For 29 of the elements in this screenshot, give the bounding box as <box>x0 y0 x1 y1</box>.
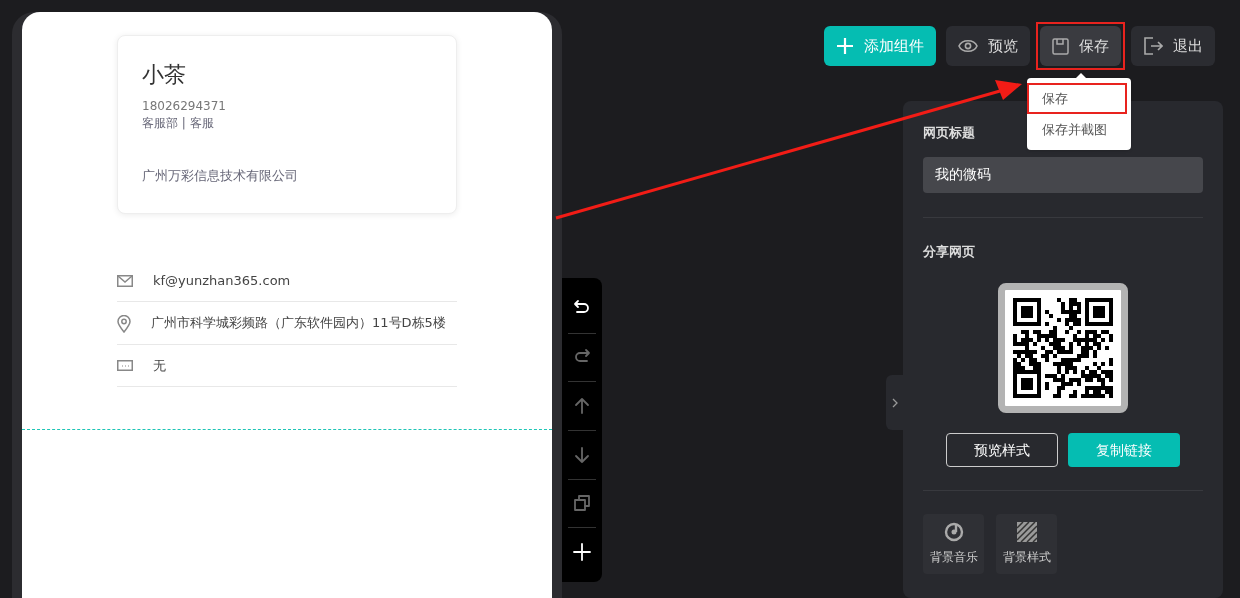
exit-icon <box>1143 37 1163 55</box>
contact-detail: 广州市科学城彩频路（广东软件园内）11号D栋5楼 <box>151 314 446 332</box>
collapse-tab[interactable] <box>886 375 903 430</box>
save-button[interactable]: 保存 <box>1040 26 1121 66</box>
preview-style-button[interactable]: 预览样式 <box>946 433 1058 467</box>
preview-button[interactable]: 预览 <box>946 26 1030 66</box>
department-role: 客服部 | 客服 <box>142 115 215 132</box>
stripes-icon <box>1016 522 1037 542</box>
location-pin-icon <box>117 315 131 333</box>
background-music-button[interactable]: 背景音乐 <box>923 514 984 574</box>
section-label: 分享网页 <box>923 242 975 261</box>
menu-item[interactable]: 保存 <box>1027 83 1127 114</box>
page-title-field[interactable]: 我的微码 <box>923 156 1203 193</box>
message-icon <box>117 360 133 371</box>
phone-number: 18026294371 <box>142 98 227 114</box>
section-label: 网页标题 <box>923 124 975 142</box>
exit-button[interactable]: 退出 <box>1131 26 1215 66</box>
contact-name: 小茶 <box>142 61 187 89</box>
eye-icon <box>958 39 978 53</box>
plus-icon <box>836 37 854 55</box>
menu-item[interactable]: 保存并截图 <box>1027 114 1127 145</box>
mail-icon <box>117 275 133 287</box>
chevron-right-icon <box>891 397 898 408</box>
company-name: 广州万彩信息技术有限公司 <box>142 167 299 185</box>
plus-icon[interactable] <box>572 542 592 563</box>
music-disc-icon <box>943 522 964 542</box>
background-style-button[interactable]: 背景样式 <box>996 514 1057 574</box>
contact-detail: 无 <box>153 357 166 375</box>
contact-detail: kf@yunzhan365.com <box>153 272 291 290</box>
